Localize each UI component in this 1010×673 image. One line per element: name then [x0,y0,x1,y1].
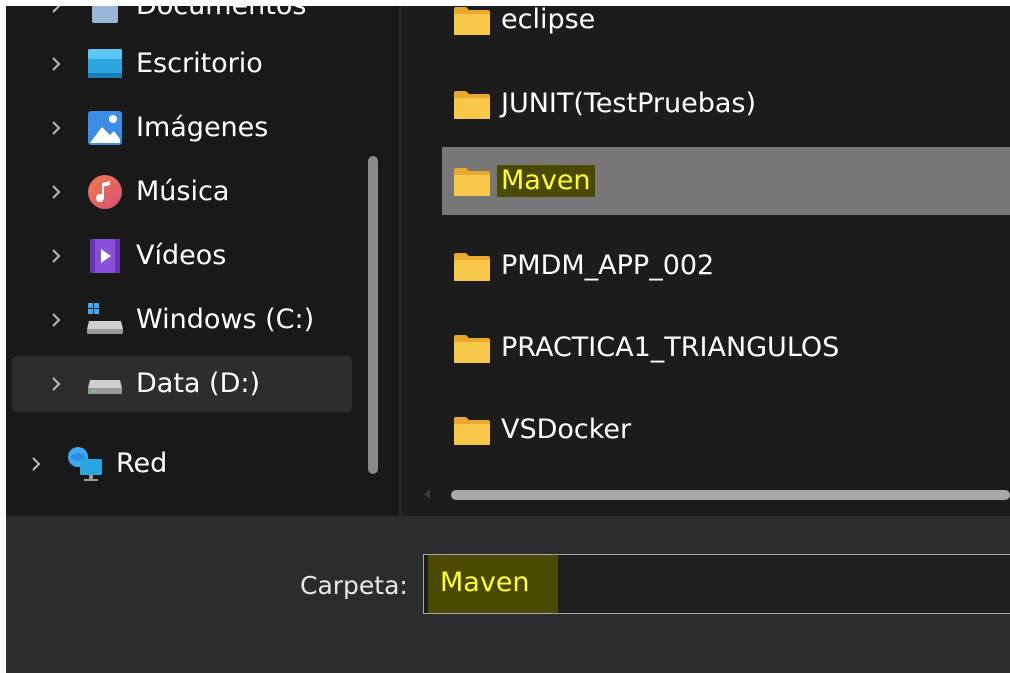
folder-name: VSDocker [501,414,632,445]
nav-item-imagenes[interactable]: Imágenes [6,100,366,156]
list-item[interactable]: JUNIT(TestPruebas) [442,70,1010,138]
list-item[interactable]: PMDM_APP_002 [442,232,1010,300]
chevron-right-icon[interactable] [46,54,66,74]
nav-item-documentos[interactable]: Documentos [6,6,366,34]
pictures-icon [88,111,122,145]
nav-item-label: Imágenes [136,112,269,143]
chevron-right-icon[interactable] [46,182,66,202]
folder-icon [454,91,490,119]
folder-name-input[interactable]: Maven [423,554,1010,614]
list-item[interactable]: VSDocker [442,396,1010,464]
navigation-pane: Documentos Escritorio Imágen [6,6,399,516]
folder-icon [454,168,490,196]
drive-icon [88,380,122,394]
list-item[interactable]: PRACTICA1_TRIANGULOS [442,314,1010,382]
network-icon [68,447,102,481]
chevron-right-icon[interactable] [46,246,66,266]
folder-name: Maven [497,165,595,197]
folder-name: eclipse [501,6,596,35]
folder-icon [454,253,490,281]
nav-item-musica[interactable]: Música [6,164,366,220]
videos-icon [90,239,120,273]
music-icon [88,175,122,209]
folder-name: JUNIT(TestPruebas) [501,88,756,119]
navigation-scrollbar[interactable] [368,156,378,474]
nav-item-label: Vídeos [136,240,227,271]
folder-field-label: Carpeta: [300,571,408,600]
folder-name-value: Maven [428,555,558,613]
nav-item-escritorio[interactable]: Escritorio [6,36,366,92]
folder-icon [454,417,490,445]
scroll-left-icon[interactable] [419,486,435,502]
nav-item-label: Data (D:) [136,368,261,399]
chevron-right-icon[interactable] [46,310,66,330]
folder-name: PRACTICA1_TRIANGULOS [501,332,840,363]
horizontal-scrollbar[interactable] [451,490,1010,500]
folder-icon [454,335,490,363]
list-item[interactable]: Maven [442,147,1010,215]
file-list: eclipse JUNIT(TestPruebas) Maven PMDM_AP… [401,6,1010,516]
folder-picker-dialog: Documentos Escritorio Imágen [6,6,1010,673]
nav-item-label: Documentos [136,6,306,22]
nav-item-label: Escritorio [136,48,263,79]
list-item[interactable]: eclipse [442,6,1010,54]
chevron-right-icon[interactable] [26,454,46,474]
chevron-right-icon[interactable] [46,6,66,16]
desktop-icon [88,49,122,78]
nav-item-label: Música [136,176,230,207]
nav-item-videos[interactable]: Vídeos [6,228,366,284]
chevron-right-icon[interactable] [46,118,66,138]
chevron-right-icon[interactable] [46,374,66,394]
nav-item-windows-c[interactable]: Windows (C:) [6,292,366,348]
nav-item-label: Windows (C:) [136,304,315,335]
nav-item-data-d[interactable]: Data (D:) [12,356,352,412]
nav-item-red[interactable]: Red [6,436,366,492]
dialog-footer: Carpeta: Maven [6,516,1010,673]
folder-icon [454,7,490,35]
documents-icon [92,6,118,23]
windows-drive-icon [87,303,123,334]
folder-name: PMDM_APP_002 [501,250,715,281]
nav-item-label: Red [116,448,168,479]
